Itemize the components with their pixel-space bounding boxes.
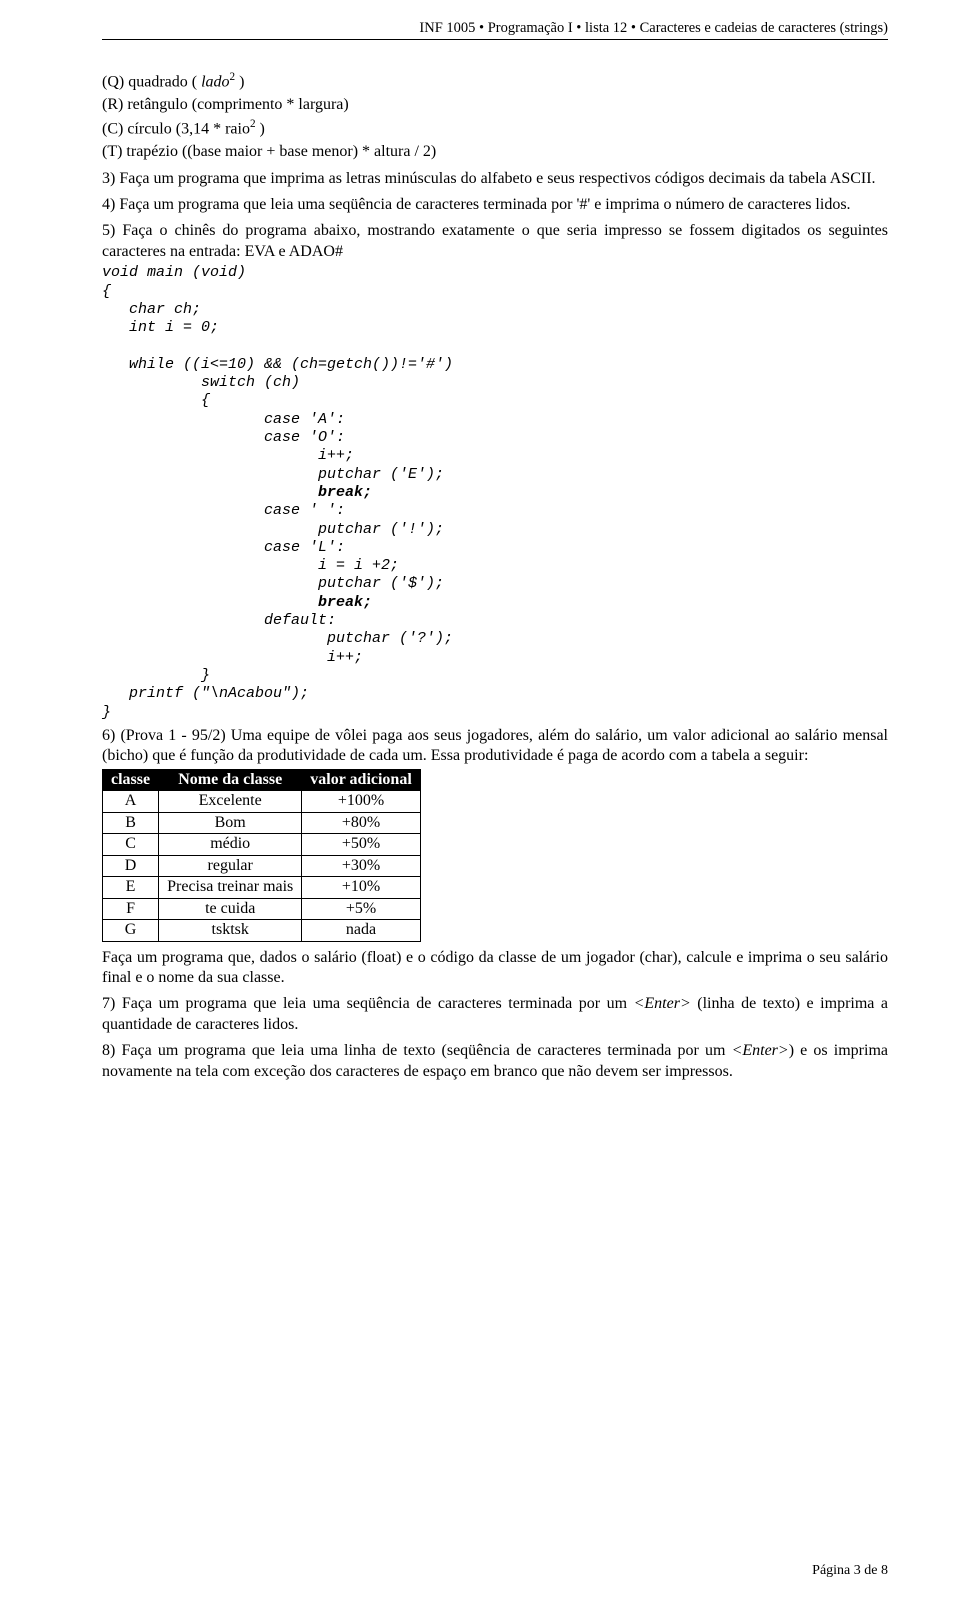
- enter-word: Enter: [644, 995, 680, 1012]
- code-line: char ch;: [102, 301, 201, 318]
- code-line: case 'L':: [102, 539, 345, 556]
- page-header: INF 1005 • Programação I • lista 12 • Ca…: [102, 20, 888, 40]
- cell: F: [103, 898, 159, 919]
- c-suffix: ): [256, 121, 265, 138]
- code-block: void main (void) { char ch; int i = 0; w…: [102, 264, 888, 721]
- cell: +100%: [302, 791, 421, 812]
- code-line: putchar ('!');: [102, 521, 444, 538]
- table-row: F te cuida +5%: [103, 898, 421, 919]
- code-line: case ' ':: [102, 502, 345, 519]
- exercise-6: 6) (Prova 1 - 95/2) Uma equipe de vôlei …: [102, 726, 888, 767]
- th-name: Nome da classe: [159, 769, 302, 790]
- code-line: while ((i<=10) && (ch=getch())!='#'): [102, 356, 453, 373]
- code-line: {: [102, 392, 210, 409]
- q-prefix: (Q) quadrado (: [102, 73, 201, 90]
- code-line: int i = 0;: [102, 319, 219, 336]
- cell: nada: [302, 920, 421, 941]
- cell: +10%: [302, 877, 421, 898]
- gt: >: [680, 995, 691, 1012]
- cell: te cuida: [159, 898, 302, 919]
- c-line: (C) círculo (3,14 * raio2 ): [102, 117, 888, 140]
- th-value: valor adicional: [302, 769, 421, 790]
- exercise-8: 8) Faça um programa que leia uma linha d…: [102, 1041, 888, 1082]
- exercise-6b: Faça um programa que, dados o salário (f…: [102, 948, 888, 989]
- c-prefix: (C) círculo (3,14 * raio: [102, 121, 250, 138]
- code-line: case 'A':: [102, 411, 345, 428]
- cell: Precisa treinar mais: [159, 877, 302, 898]
- ex7-a: 7) Faça um programa que leia uma seqüênc…: [102, 995, 634, 1012]
- table-row: C médio +50%: [103, 834, 421, 855]
- cell: Bom: [159, 812, 302, 833]
- t-line: (T) trapézio ((base maior + base menor) …: [102, 142, 888, 162]
- code-line: putchar ('E');: [102, 466, 444, 483]
- cell: tsktsk: [159, 920, 302, 941]
- table-row: B Bom +80%: [103, 812, 421, 833]
- cell: regular: [159, 855, 302, 876]
- table-row: A Excelente +100%: [103, 791, 421, 812]
- table-row: G tsktsk nada: [103, 920, 421, 941]
- cell: +80%: [302, 812, 421, 833]
- cell: A: [103, 791, 159, 812]
- code-line: i++;: [102, 649, 363, 666]
- code-line: i++;: [102, 447, 354, 464]
- cell: Excelente: [159, 791, 302, 812]
- class-table: classe Nome da classe valor adicional A …: [102, 769, 421, 942]
- exercise-7: 7) Faça um programa que leia uma seqüênc…: [102, 994, 888, 1035]
- code-line: i = i +2;: [102, 557, 399, 574]
- code-line: {: [102, 283, 111, 300]
- gt2: >: [778, 1042, 789, 1059]
- code-line: putchar ('?');: [102, 630, 453, 647]
- code-line: printf ("\nAcabou");: [102, 685, 309, 702]
- exercise-5: 5) Faça o chinês do programa abaixo, mos…: [102, 221, 888, 262]
- code-line: break;: [102, 594, 372, 611]
- cell: médio: [159, 834, 302, 855]
- cell: G: [103, 920, 159, 941]
- code-line: void main (void): [102, 264, 246, 281]
- r-line: (R) retângulo (comprimento * largura): [102, 95, 888, 115]
- table-header-row: classe Nome da classe valor adicional: [103, 769, 421, 790]
- cell: E: [103, 877, 159, 898]
- cell: B: [103, 812, 159, 833]
- exercise-4: 4) Faça um programa que leia uma seqüênc…: [102, 195, 888, 215]
- code-line: switch (ch): [102, 374, 300, 391]
- table-row: E Precisa treinar mais +10%: [103, 877, 421, 898]
- ex8-a: 8) Faça um programa que leia uma linha d…: [102, 1042, 732, 1059]
- q-var: lado: [201, 73, 229, 90]
- q-line: (Q) quadrado ( lado2 ): [102, 70, 888, 93]
- code-line: default:: [102, 612, 336, 629]
- cell: +50%: [302, 834, 421, 855]
- code-line: break;: [102, 484, 372, 501]
- cell: +5%: [302, 898, 421, 919]
- exercise-3: 3) Faça um programa que imprima as letra…: [102, 169, 888, 189]
- lt2: <: [732, 1042, 743, 1059]
- code-line: }: [102, 667, 210, 684]
- cell: C: [103, 834, 159, 855]
- q-suffix: ): [235, 73, 244, 90]
- enter-word2: Enter: [742, 1042, 778, 1059]
- code-line: }: [102, 704, 111, 721]
- table-row: D regular +30%: [103, 855, 421, 876]
- code-line: putchar ('$');: [102, 575, 444, 592]
- page-footer: Página 3 de 8: [812, 1563, 888, 1579]
- cell: +30%: [302, 855, 421, 876]
- cell: D: [103, 855, 159, 876]
- th-class: classe: [103, 769, 159, 790]
- lt: <: [634, 995, 645, 1012]
- code-line: case 'O':: [102, 429, 345, 446]
